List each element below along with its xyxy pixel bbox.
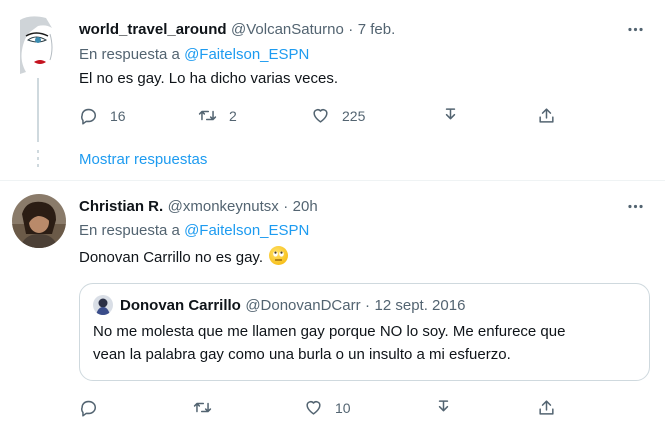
reply-to-link[interactable]: @Faitelson_ESPN [184,46,309,63]
tweet-text: Donovan Carrillo no es gay. [79,249,263,266]
retweet-icon [193,402,212,413]
more-options-button[interactable] [626,20,645,44]
quoted-header: Donovan Carrillo @DonovanDCarr · 12 sept… [120,297,465,315]
reply-button[interactable] [79,398,98,417]
like-button[interactable]: 225 [311,106,365,125]
share-dm-button[interactable] [441,106,460,125]
tweet-text: El no es gay. Lo ha dicho varias veces. [79,70,339,87]
retweet-icon [198,110,217,121]
quoted-separator: · [365,297,371,314]
reply-prefix: En respuesta a [79,222,180,239]
retweet-count: 2 [229,107,237,124]
reply-icon [81,400,96,417]
quoted-handle: @DonovanDCarr [245,297,361,314]
share-down-icon [445,108,456,120]
like-count: 225 [342,107,366,124]
quoted-timestamp: 12 sept. 2016 [374,297,466,314]
rolling-eyes-emoji-icon [269,246,289,265]
avatar[interactable] [12,194,66,248]
share-down-icon [438,400,449,412]
quoted-text-line-2: vean la palabra gay como una burla o un … [93,346,511,363]
like-count: 10 [335,399,351,416]
avatar[interactable] [16,14,64,76]
reply-to-link[interactable]: @Faitelson_ESPN [184,222,309,239]
heart-icon [313,109,328,123]
tweet-header: Christian R. @xmonkeynutsx · 20h [79,198,318,216]
share-up-icon [539,400,554,415]
quoted-avatar[interactable] [93,295,113,315]
quoted-text: No me molesta que me llamen gay porque N… [93,322,565,365]
timestamp[interactable]: 7 feb. [358,21,396,38]
timestamp[interactable]: 20h [293,198,318,215]
heart-icon [306,401,321,415]
tweet-header: world_travel_around @VolcanSaturno · 7 f… [79,21,395,39]
handle[interactable]: @xmonkeynutsx [168,198,279,215]
handle[interactable]: @VolcanSaturno [231,21,344,38]
share-dm-button[interactable] [434,398,453,417]
share-button[interactable] [537,398,556,417]
tweet-text-row: Donovan Carrillo no es gay. [79,246,289,268]
retweet-button[interactable]: 2 [198,106,237,125]
reply-context: En respuesta a @Faitelson_ESPN [79,46,309,63]
share-up-icon [539,108,554,123]
more-icon [628,204,643,209]
thread-dots [37,150,39,170]
like-button[interactable]: 10 [304,398,351,417]
display-name[interactable]: world_travel_around [79,21,227,38]
separator: · [348,21,354,38]
show-replies-link[interactable]: Mostrar respuestas [79,151,207,168]
reply-context: En respuesta a @Faitelson_ESPN [79,222,309,239]
reply-prefix: En respuesta a [79,46,180,63]
divider [0,180,665,181]
more-icon [628,27,643,32]
reply-icon [81,108,96,125]
quoted-display-name: Donovan Carrillo [120,297,241,314]
share-button[interactable] [537,106,556,125]
retweet-button[interactable] [193,398,212,417]
separator: · [283,198,289,215]
reply-count: 16 [110,107,126,124]
more-options-button[interactable] [626,197,645,221]
thread-line [37,78,39,142]
quoted-text-line-1: No me molesta que me llamen gay porque N… [93,323,566,340]
reply-button[interactable]: 16 [79,106,126,125]
display-name[interactable]: Christian R. [79,198,163,215]
